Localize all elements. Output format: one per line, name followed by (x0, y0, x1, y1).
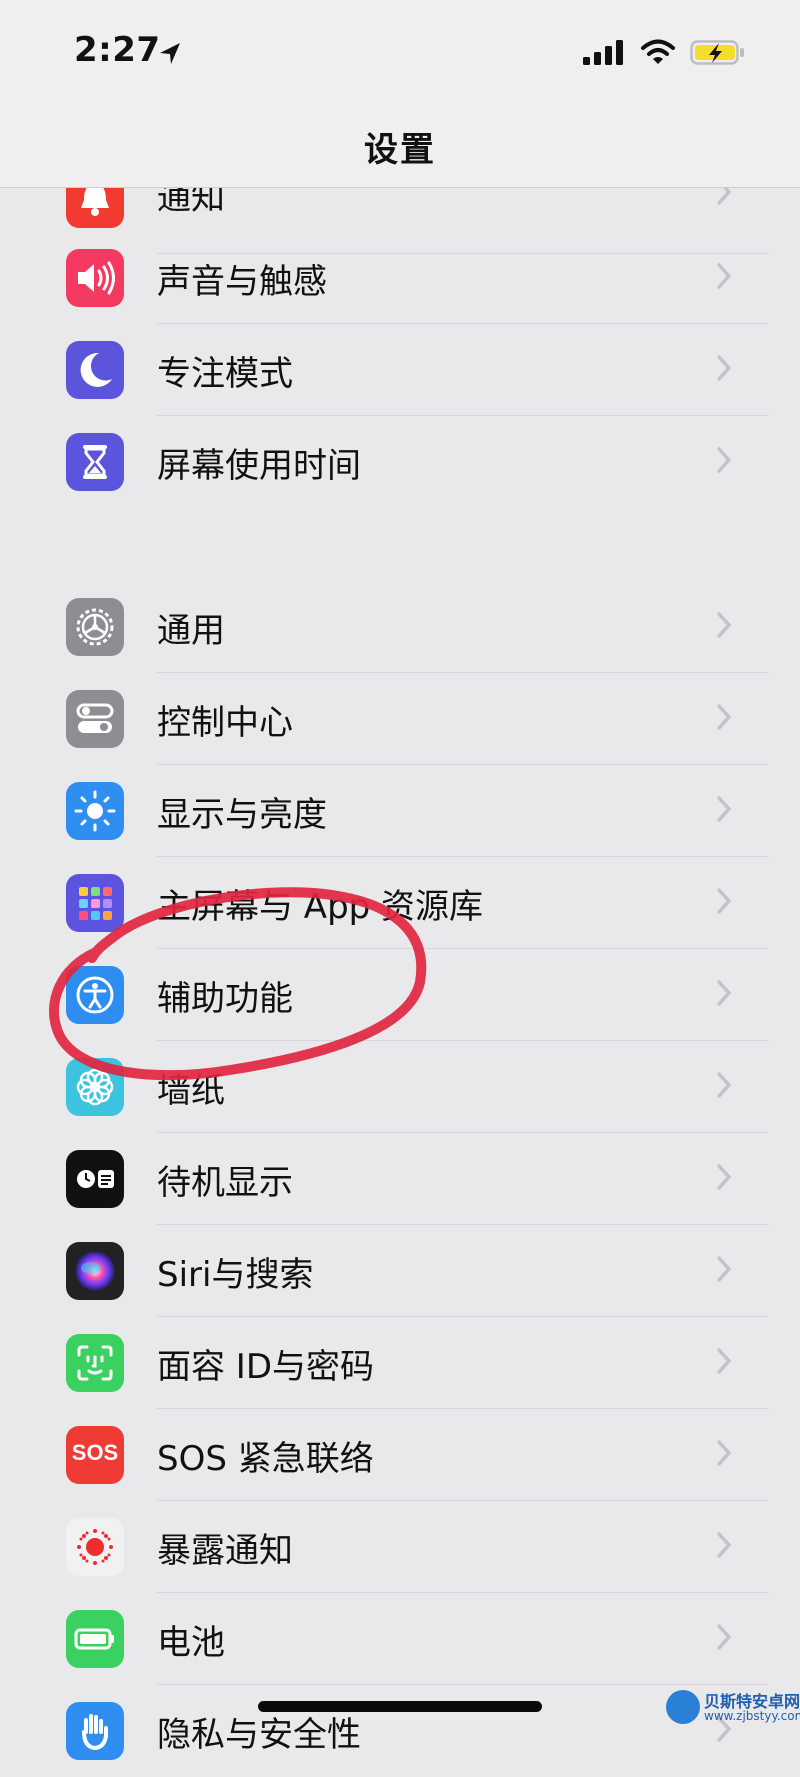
settings-row-label: 暴露通知 (157, 1531, 293, 1571)
settings-row-wallpaper[interactable]: 墙纸 (0, 1041, 800, 1133)
settings-row-label: 电池 (157, 1623, 225, 1663)
settings-row-label: 墙纸 (157, 1071, 225, 1111)
battery-icon (66, 1610, 124, 1668)
settings-row-exposure[interactable]: 暴露通知 (0, 1501, 800, 1593)
settings-row-label: 控制中心 (157, 703, 293, 743)
settings-row-control-center[interactable]: 控制中心 (0, 673, 800, 765)
settings-row-label: 显示与亮度 (157, 795, 327, 835)
settings-row-label: 通用 (157, 611, 225, 651)
settings-row-screen-time[interactable]: 屏幕使用时间 (0, 416, 800, 508)
chevron-right-icon (717, 355, 732, 381)
status-time: 2:27 (74, 30, 161, 70)
flower-icon (66, 1058, 124, 1116)
page-title: 设置 (364, 130, 436, 170)
wifi-icon (641, 39, 675, 64)
sos-icon-text: SOS (71, 1440, 119, 1465)
app-grid-icon (66, 874, 124, 932)
settings-row-label: 屏幕使用时间 (157, 446, 361, 486)
settings-row-siri[interactable]: Siri与搜索 (0, 1225, 800, 1317)
chevron-right-icon (717, 1348, 732, 1374)
settings-row-face-id[interactable]: 面容 ID与密码 (0, 1317, 800, 1409)
settings-row-label: 声音与触感 (157, 262, 327, 302)
cellular-signal-icon (583, 40, 623, 65)
watermark-url: www.zjbstyy.com (704, 1709, 800, 1723)
settings-row-accessibility[interactable]: 辅助功能 (0, 949, 800, 1041)
toggles-icon (66, 690, 124, 748)
settings-row-focus[interactable]: 专注模式 (0, 324, 800, 416)
chevron-right-icon (717, 612, 732, 638)
settings-row-label: 主屏幕与 App 资源库 (157, 887, 484, 927)
settings-row-label: 专注模式 (157, 354, 293, 394)
chevron-right-icon (717, 263, 732, 289)
gear-icon (66, 598, 124, 656)
settings-row-label: Siri与搜索 (157, 1255, 314, 1295)
settings-row-emergency-sos[interactable]: SOS SOS 紧急联络 (0, 1409, 800, 1501)
standby-icon (66, 1150, 124, 1208)
settings-row-display[interactable]: 显示与亮度 (0, 765, 800, 857)
face-id-icon (66, 1334, 124, 1392)
exposure-icon (66, 1518, 124, 1576)
settings-list: 通知 声音与触感 专注模式 屏幕使用时间 通用 控制中心 显示与亮度 主屏幕与 … (0, 0, 800, 1760)
chevron-right-icon (717, 888, 732, 914)
settings-row-label: 辅助功能 (157, 979, 293, 1019)
chevron-right-icon (717, 704, 732, 730)
hand-icon (66, 1702, 124, 1760)
chevron-right-icon (717, 447, 732, 473)
chevron-right-icon (717, 1072, 732, 1098)
navigation-bar: 设置 (0, 100, 800, 188)
chevron-right-icon (717, 1440, 732, 1466)
sos-icon: SOS (66, 1426, 124, 1484)
chevron-right-icon (717, 980, 732, 1006)
watermark-logo (666, 1690, 700, 1724)
chevron-right-icon (717, 1164, 732, 1190)
settings-row-battery[interactable]: 电池 (0, 1593, 800, 1685)
siri-icon (66, 1242, 124, 1300)
moon-icon (66, 341, 124, 399)
home-indicator (258, 1701, 542, 1712)
settings-row-label: 隐私与安全性 (157, 1715, 361, 1755)
settings-row-home-screen[interactable]: 主屏幕与 App 资源库 (0, 857, 800, 949)
accessibility-icon (66, 966, 124, 1024)
hourglass-icon (66, 433, 124, 491)
settings-row-sounds[interactable]: 声音与触感 (0, 232, 800, 324)
sun-icon (66, 782, 124, 840)
location-arrow-icon (160, 43, 180, 64)
settings-row-standby[interactable]: 待机显示 (0, 1133, 800, 1225)
settings-row-label: 面容 ID与密码 (157, 1347, 375, 1387)
chevron-right-icon (717, 1532, 732, 1558)
status-bar: 2:27 (0, 0, 800, 100)
speaker-icon (66, 249, 124, 307)
chevron-right-icon (717, 796, 732, 822)
settings-row-label: 待机显示 (157, 1163, 293, 1203)
chevron-right-icon (717, 1256, 732, 1282)
settings-row-label: SOS 紧急联络 (157, 1439, 374, 1479)
battery-charging-icon (690, 40, 744, 65)
chevron-right-icon (717, 1624, 732, 1650)
settings-row-general[interactable]: 通用 (0, 581, 800, 673)
watermark: 贝斯特安卓网 www.zjbstyy.com (666, 1686, 800, 1730)
